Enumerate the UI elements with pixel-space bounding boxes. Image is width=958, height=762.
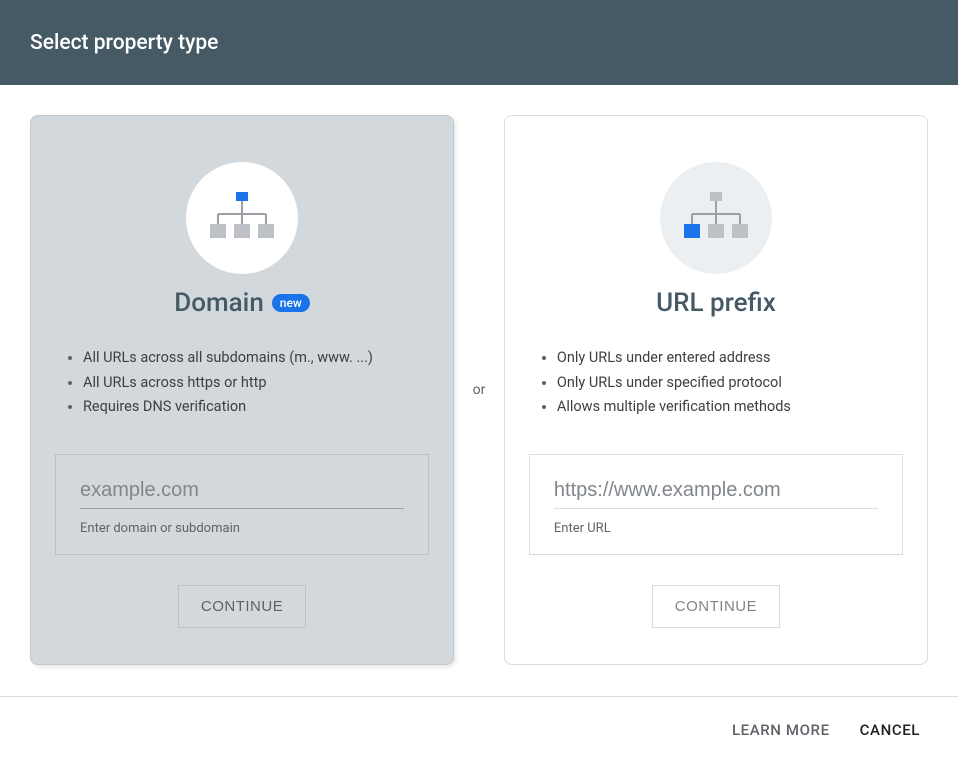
url-help-text: Enter URL [554,521,878,536]
domain-card[interactable]: Domain new All URLs across all subdomain… [30,115,454,665]
learn-more-button[interactable]: LEARN MORE [732,721,830,739]
domain-input[interactable] [80,473,404,509]
or-separator: or [469,382,489,398]
list-item: Only URLs under entered address [557,346,903,371]
domain-icon-circle [186,162,298,274]
sitemap-url-icon [681,188,751,248]
url-title-row: URL prefix [656,288,776,318]
list-item: Only URLs under specified protocol [557,371,903,396]
url-input[interactable] [554,473,878,509]
list-item: Allows multiple verification methods [557,395,903,420]
cards-row: Domain new All URLs across all subdomain… [0,85,958,695]
cancel-button[interactable]: CANCEL [860,721,920,739]
list-item: Requires DNS verification [83,395,429,420]
domain-title-row: Domain new [174,288,310,318]
dialog-footer: LEARN MORE CANCEL [0,696,958,762]
dialog-header: Select property type [0,0,958,85]
list-item: All URLs across https or http [83,371,429,396]
sitemap-domain-icon [207,188,277,248]
url-title: URL prefix [656,288,776,318]
domain-continue-button[interactable]: CONTINUE [178,585,306,628]
domain-input-box: Enter domain or subdomain [55,454,429,555]
domain-bullets: All URLs across all subdomains (m., www.… [55,346,429,420]
url-icon-circle [660,162,772,274]
list-item: All URLs across all subdomains (m., www.… [83,346,429,371]
dialog-title: Select property type [30,31,218,55]
url-bullets: Only URLs under entered address Only URL… [529,346,903,420]
new-badge: new [272,294,310,312]
domain-title: Domain [174,288,264,318]
domain-help-text: Enter domain or subdomain [80,521,404,536]
url-continue-button[interactable]: CONTINUE [652,585,780,628]
url-prefix-card[interactable]: URL prefix Only URLs under entered addre… [504,115,928,665]
url-input-box: Enter URL [529,454,903,555]
